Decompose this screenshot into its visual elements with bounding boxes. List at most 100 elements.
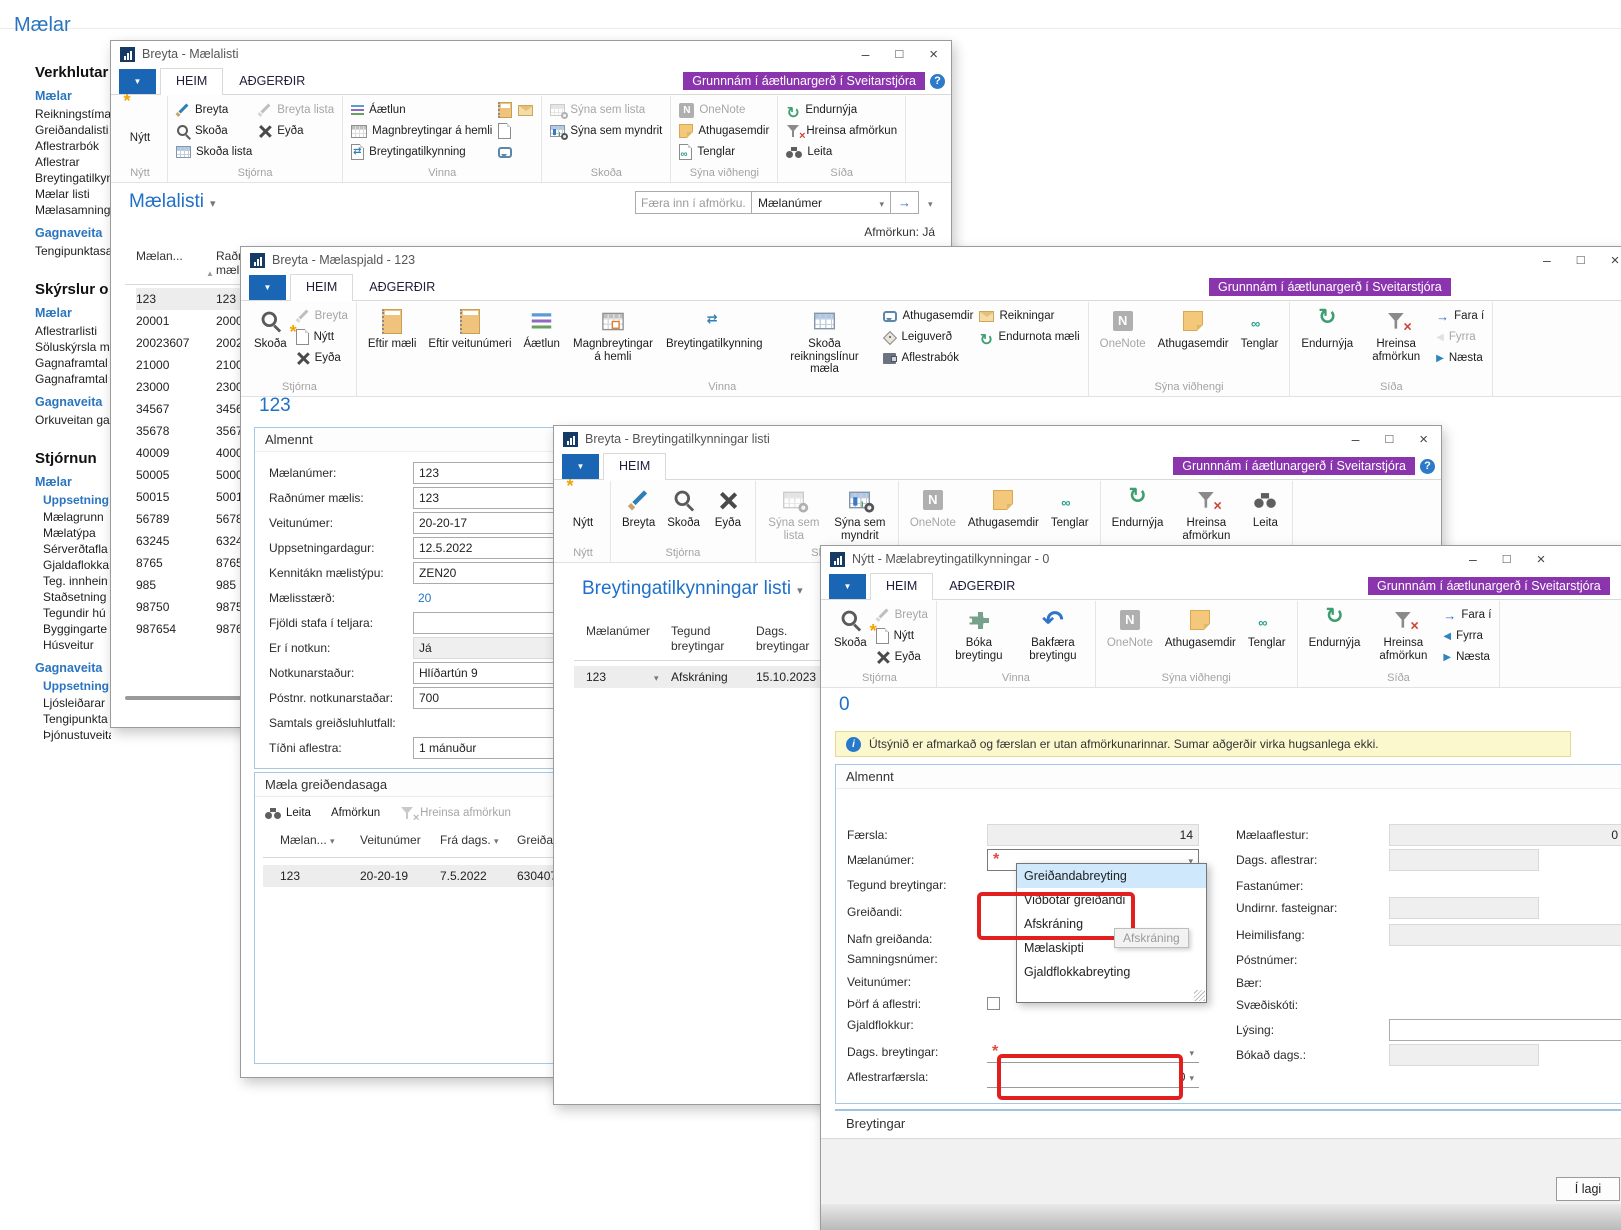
app-menu-button[interactable] [829, 574, 866, 599]
list-page-title[interactable]: Breytingatilkynningar listi [582, 578, 803, 600]
athugasemdir-button[interactable]: Athugasemdir [963, 483, 1044, 532]
postnr-field[interactable]: 700 [413, 687, 565, 709]
fara-i-button[interactable]: Fara í [1436, 308, 1484, 324]
ok-button[interactable]: Í lagi [1556, 1177, 1620, 1201]
sidebar-item[interactable]: Ljósleiðarar [43, 695, 111, 711]
veitunumer-field[interactable]: 20-20-17 [413, 512, 565, 534]
naesta-button[interactable]: Næsta [1436, 350, 1484, 366]
tab-heim[interactable]: HEIM [160, 68, 223, 95]
breyta-button[interactable]: Breyta [876, 607, 928, 623]
sidebar-item[interactable]: Tengipunktasa [35, 243, 111, 259]
eyda-button[interactable]: Eyða [296, 350, 348, 366]
minimize-button[interactable] [1352, 431, 1360, 448]
sidebar-item[interactable]: Húsveitur [43, 637, 111, 653]
resize-grip[interactable] [1194, 990, 1205, 1001]
sidebar-item[interactable]: Teg. innhein [43, 573, 111, 589]
hreinsa-afmorkun-button[interactable]: Hreinsa afmörkun [1367, 603, 1439, 664]
maelisstaerd-link[interactable]: 20 [418, 587, 431, 609]
athugasemdir-button[interactable]: Athugasemdir [883, 308, 973, 324]
sidebar-item[interactable]: Sérverðtafla [43, 541, 111, 557]
sidebar-item[interactable]: Mælagrunn [43, 509, 111, 525]
sidebar-item[interactable]: Þjónustuveitandi [43, 727, 111, 743]
comment-icon-button[interactable] [498, 144, 512, 160]
nytt-button[interactable]: Nýtt [562, 483, 604, 532]
syna-sem-myndrit-button[interactable]: Sýna sem myndrit [550, 123, 662, 139]
onenote-button[interactable]: OneNote [1095, 304, 1151, 353]
apply-filter-button[interactable] [891, 191, 919, 214]
er-i-notkun-select[interactable]: Já [413, 637, 565, 659]
sidebar-item[interactable]: Aflestrarbók [35, 138, 111, 154]
sidebar-item[interactable]: Gagnaframtal ( [35, 371, 111, 387]
breyta-lista-button[interactable]: Breyta lista [258, 102, 334, 118]
hreinsa-afmorkun-button[interactable]: Hreinsa afmörkun [1360, 304, 1432, 365]
minimize-button[interactable] [862, 46, 870, 63]
leita-button[interactable]: Leita [265, 805, 311, 821]
breyta-button[interactable]: Breyta [176, 102, 252, 118]
endurnyja-button[interactable]: Endurnýja [1107, 483, 1169, 532]
close-button[interactable] [929, 46, 938, 63]
sidebar-item[interactable]: Orkuveitan gag [35, 412, 111, 428]
reikningar-button[interactable]: Reikningar [979, 308, 1079, 324]
tenglar-button[interactable]: Tenglar [1243, 603, 1291, 652]
sidebar-item[interactable]: Tegundir hú [43, 605, 111, 621]
magnbreytingar-button[interactable]: Magnbreytingar á hemli [351, 123, 492, 139]
tab-heim[interactable]: HEIM [603, 453, 666, 480]
bakfaera-breytingu-button[interactable]: Bakfæra breytingu [1017, 603, 1089, 664]
onenote-button[interactable]: OneNote [905, 483, 961, 532]
filter-input[interactable] [635, 191, 751, 214]
boka-breytingu-button[interactable]: Bóka breytingu [943, 603, 1015, 664]
column-header[interactable]: Veitunúmer [360, 833, 421, 847]
aaetlun-button[interactable]: Áætlun [519, 304, 565, 353]
breytingatilkynning-button[interactable]: Breytingatilkynning [661, 304, 768, 353]
sidebar-item[interactable]: Gagnaframtal ( [35, 355, 111, 371]
hreinsa-afmorkun-button[interactable]: Hreinsa afmörkun [400, 805, 511, 821]
sidebar-item[interactable]: Verkhlutar [35, 64, 111, 81]
chevron-down-icon[interactable] [1189, 1070, 1194, 1084]
sidebar-item[interactable]: Uppsetning [43, 679, 111, 693]
filter-field-select[interactable]: Mælanúmer [751, 191, 891, 214]
list-page-title[interactable]: Mælalisti [129, 191, 215, 213]
tab-adgerdir[interactable]: AÐGERÐIR [353, 274, 451, 300]
endurnyja-button[interactable]: Endurnýja [1296, 304, 1358, 353]
minimize-button[interactable] [1469, 551, 1477, 568]
sidebar-item[interactable]: Gjaldaflokka [43, 557, 111, 573]
tenglar-button[interactable]: Tenglar [1236, 304, 1284, 353]
chevron-down-icon[interactable] [797, 578, 803, 600]
skoda-lista-button[interactable]: Skoða lista [176, 144, 252, 160]
naesta-button[interactable]: Næsta [1443, 649, 1491, 665]
breyta-button[interactable]: Breyta [617, 483, 660, 532]
sidebar-item[interactable]: Uppsetning [43, 493, 111, 507]
thorf-checkbox[interactable] [987, 997, 1000, 1010]
leiguverd-button[interactable]: Leiguverð [883, 329, 973, 345]
breyta-button[interactable]: Breyta [296, 308, 348, 324]
sidebar-item[interactable]: Mælasamninga [35, 202, 111, 218]
eftir-maeli-button[interactable]: Eftir mæli [363, 304, 422, 353]
sidebar-item[interactable]: Söluskýrsla ma [35, 339, 111, 355]
syna-sem-myndrit-button[interactable]: Sýna sem myndrit [828, 483, 892, 544]
nytt-button[interactable]: Nýtt [296, 329, 348, 345]
skoda-reikningslinur-button[interactable]: Skoða reikningslínur mæla [769, 304, 879, 378]
close-button[interactable] [1611, 252, 1620, 269]
skoda-button[interactable]: Skoða [829, 603, 872, 652]
chevron-down-icon[interactable] [1189, 1045, 1194, 1059]
aflestrabok-button[interactable]: Aflestrabók [883, 350, 973, 366]
column-header[interactable]: Mælan... [280, 833, 335, 847]
close-button[interactable] [1537, 551, 1546, 568]
hreinsa-afmorkun-button[interactable]: Hreinsa afmörkun [786, 123, 897, 139]
nytt-button[interactable]: Nýtt [119, 98, 161, 147]
maximize-button[interactable] [895, 46, 903, 63]
fyrra-button[interactable]: Fyrra [1436, 329, 1484, 345]
endurnyja-button[interactable]: Endurnýja [1304, 603, 1366, 652]
sidebar-item[interactable]: Mælar [35, 306, 111, 320]
athugasemdir-button[interactable]: Athugasemdir [1160, 603, 1241, 652]
magnbreytingar-button[interactable]: Magnbreytingar á hemli [567, 304, 659, 365]
sidebar-item[interactable]: Tengipunkta [43, 711, 111, 727]
sidebar-item[interactable]: Reikningstímab [35, 106, 111, 122]
maximize-button[interactable] [1577, 252, 1585, 269]
breytingatilkynning-button[interactable]: Breytingatilkynning [351, 144, 492, 160]
titlebar[interactable]: Breyta - Mælaspjald - 123 [241, 247, 1621, 273]
titlebar[interactable]: Breyta - Breytingatilkynningar listi [554, 426, 1441, 452]
maelanumer-field[interactable]: 123 [413, 462, 565, 484]
nytt-button[interactable]: Nýtt [876, 628, 928, 644]
skoda-button[interactable]: Skoða [662, 483, 705, 532]
